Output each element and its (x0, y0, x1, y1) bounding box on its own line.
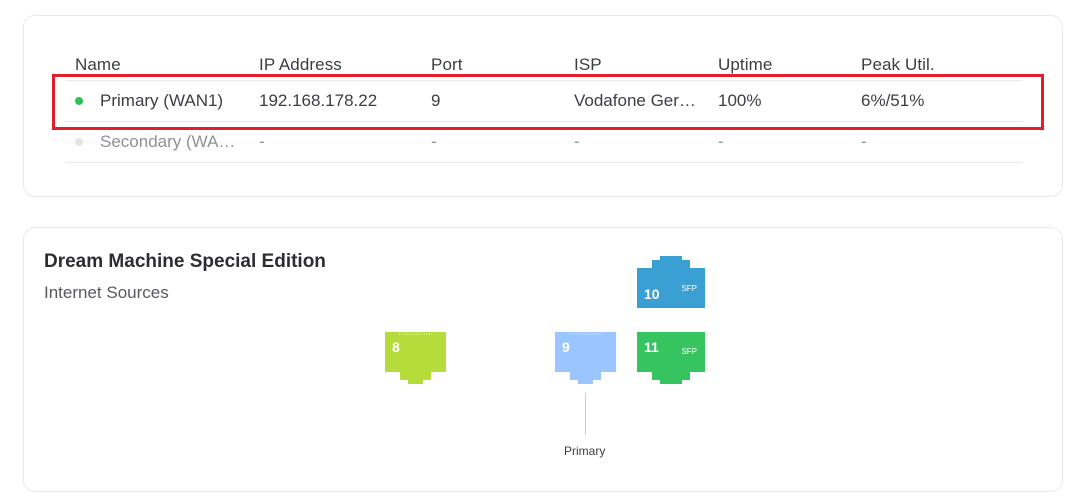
port-number: 10 (644, 286, 660, 302)
device-card: Dream Machine Special Edition Internet S… (23, 227, 1063, 492)
primary-label: Primary (564, 444, 606, 458)
status-dot (75, 138, 83, 146)
connector-line (585, 393, 586, 435)
port-8[interactable]: 8 (385, 332, 454, 387)
port-number: 11 (644, 339, 659, 355)
sfp-label: SFP (681, 347, 697, 356)
port-10[interactable]: 10 SFP (637, 256, 705, 308)
highlight-box (52, 74, 1044, 130)
port-number: 9 (562, 339, 570, 355)
port-11[interactable]: 11 SFP (637, 332, 705, 384)
sfp-label: SFP (681, 284, 697, 293)
port-number: 8 (392, 339, 400, 355)
port-9[interactable]: 9 (555, 332, 636, 393)
device-title: Dream Machine Special Edition (44, 251, 326, 272)
device-subtitle: Internet Sources (44, 283, 169, 302)
